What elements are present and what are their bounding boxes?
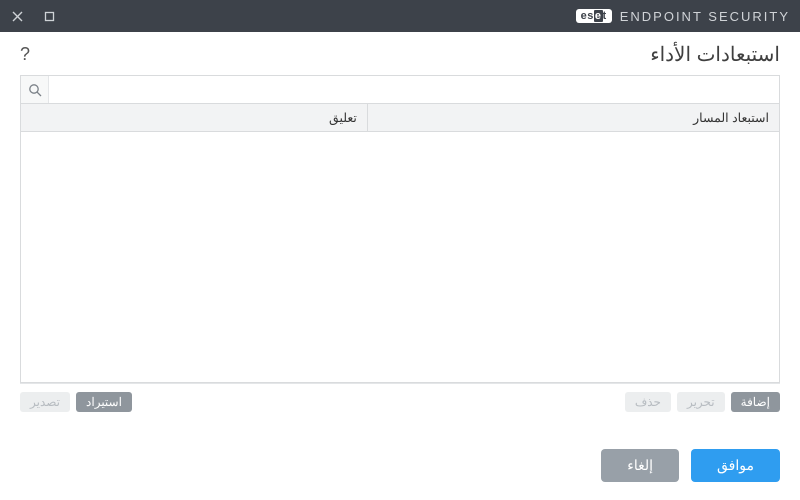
search-input[interactable] (49, 76, 779, 103)
brand-product: ENDPOINT SECURITY (620, 9, 790, 24)
close-icon[interactable] (10, 9, 24, 23)
col-comment[interactable]: تعليق (21, 104, 367, 131)
cancel-button[interactable]: إلغاء (601, 449, 679, 482)
search-row (20, 75, 780, 104)
table-header: استبعاد المسار تعليق (21, 104, 779, 132)
import-button[interactable]: استيراد (76, 392, 132, 412)
footer: موافق إلغاء (0, 435, 800, 500)
titlebar: eset ENDPOINT SECURITY (0, 0, 800, 32)
exclusions-table: استبعاد المسار تعليق (20, 104, 780, 383)
help-icon[interactable]: ? (20, 44, 30, 65)
brand: eset ENDPOINT SECURITY (576, 9, 790, 24)
brand-badge: eset (576, 9, 612, 23)
add-button[interactable]: إضافة (731, 392, 780, 412)
table-body[interactable] (21, 132, 779, 382)
search-icon[interactable] (21, 76, 49, 103)
col-path[interactable]: استبعاد المسار (367, 104, 779, 131)
export-button[interactable]: تصدير (20, 392, 70, 412)
row-actions: إضافة تحرير حذف استيراد تصدير (20, 383, 780, 416)
window-controls (10, 9, 56, 23)
maximize-icon[interactable] (42, 9, 56, 23)
delete-button[interactable]: حذف (625, 392, 671, 412)
edit-button[interactable]: تحرير (677, 392, 725, 412)
page-title: استبعادات الأداء (650, 42, 780, 67)
ok-button[interactable]: موافق (691, 449, 780, 482)
